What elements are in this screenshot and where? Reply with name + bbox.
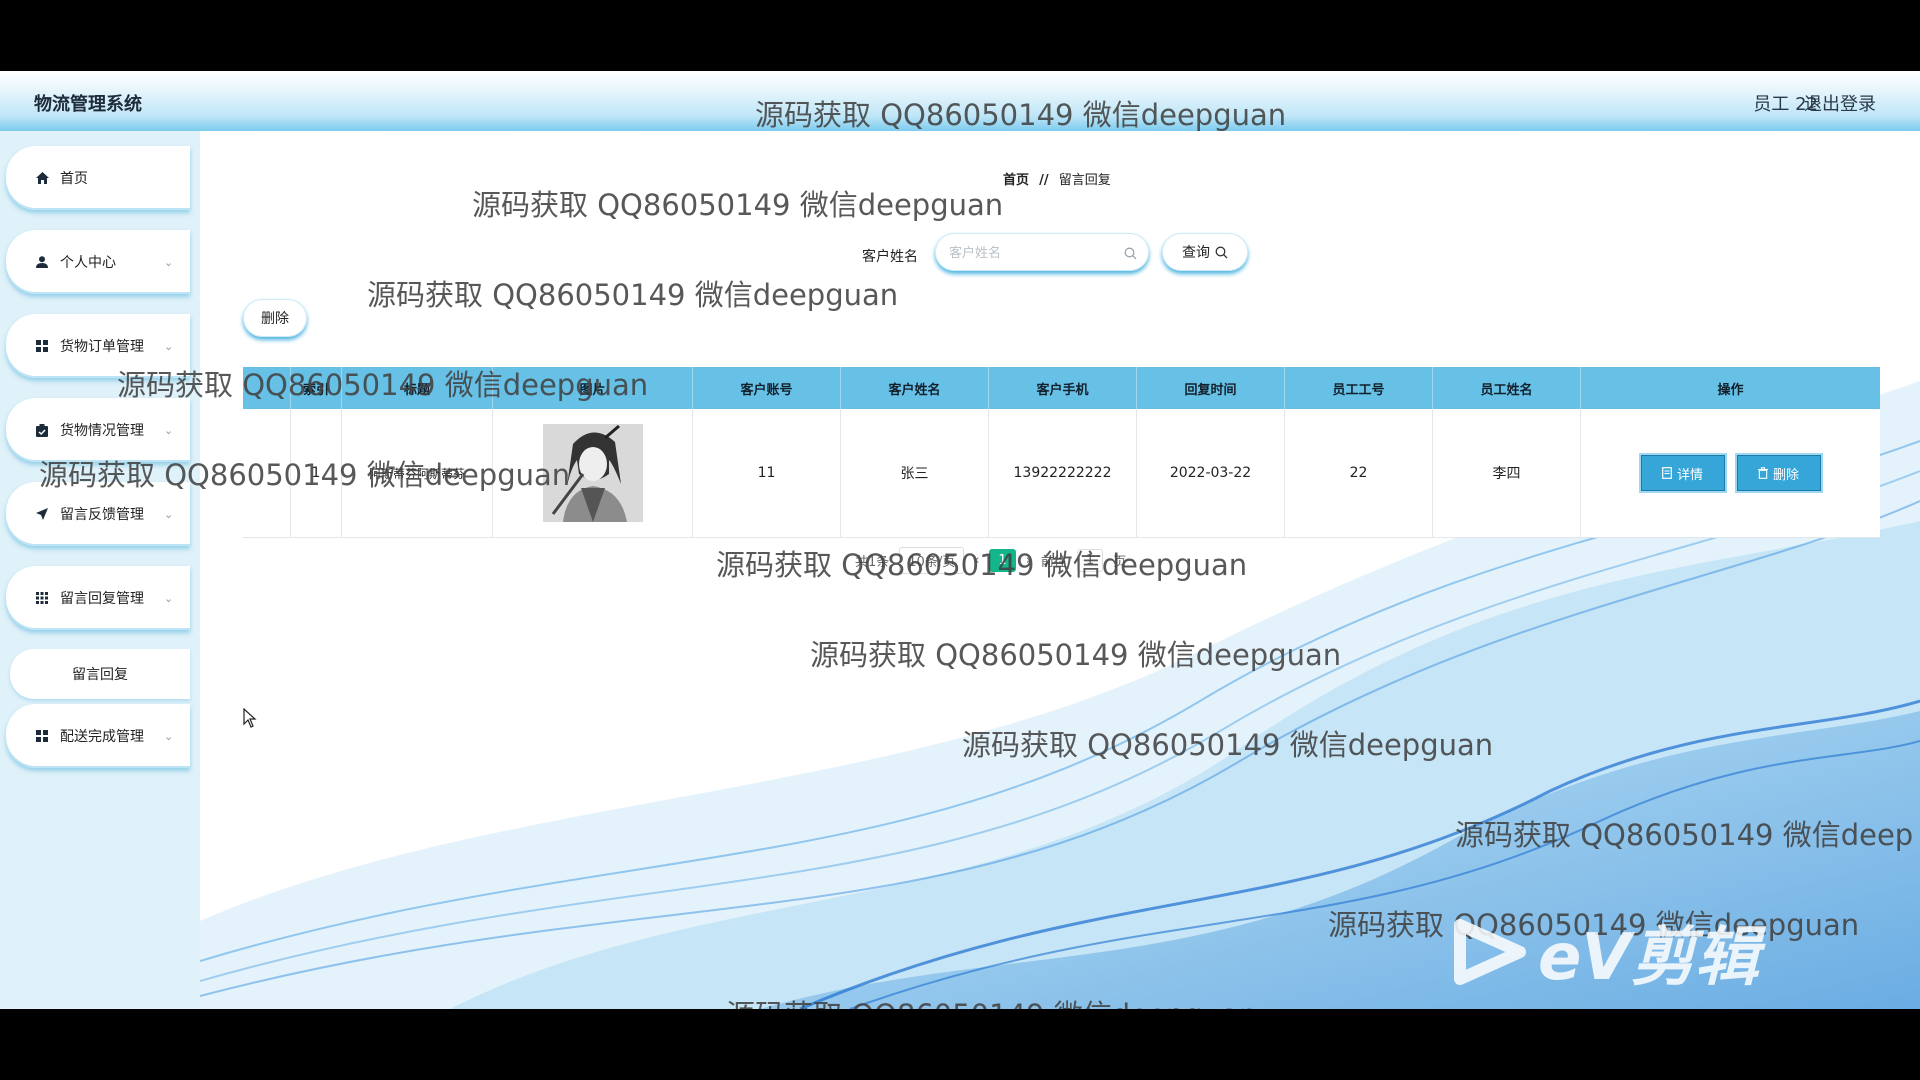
column-header: 客户账号 bbox=[693, 367, 841, 409]
column-header: 员工姓名 bbox=[1433, 367, 1581, 409]
chevron-down-icon: ⌄ bbox=[164, 507, 174, 521]
cell-employee-no: 22 bbox=[1285, 409, 1433, 537]
search-icon bbox=[1124, 245, 1137, 264]
breadcrumb-home[interactable]: 首页 bbox=[1003, 173, 1029, 188]
cell-account: 11 bbox=[693, 409, 841, 537]
sidebar-item-reply-management[interactable]: 留言回复管理 ⌄ bbox=[6, 566, 190, 630]
row-delete-button[interactable]: 删除 bbox=[1736, 455, 1821, 491]
column-header: 操作 bbox=[1717, 382, 1744, 398]
logout-link[interactable]: 退出登录 bbox=[1804, 90, 1876, 116]
search-button-label: 查询 bbox=[1182, 245, 1210, 261]
detail-button[interactable]: 详情 bbox=[1640, 455, 1725, 491]
chevron-down-icon: ⌄ bbox=[164, 255, 174, 269]
sidebar: 首页 个人中心 ⌄ 货物订单管理 ⌄ 货物情况管理 ⌄ 留言反馈管理 ⌄ 留言回… bbox=[0, 131, 200, 1009]
sidebar-item-home[interactable]: 首页 bbox=[6, 146, 190, 210]
cell-phone: 13922222222 bbox=[989, 409, 1137, 537]
ev-logo-text: eV剪辑 bbox=[1538, 921, 1759, 995]
breadcrumb-separator: // bbox=[1039, 173, 1049, 188]
home-icon bbox=[34, 172, 50, 184]
app-window: 物流管理系统 员工 22 退出登录 首页 个人中心 ⌄ 货物订单管理 ⌄ 货物情… bbox=[0, 71, 1920, 1009]
grid-icon bbox=[34, 730, 50, 742]
chevron-down-icon: ⌄ bbox=[164, 591, 174, 605]
search-icon bbox=[1215, 246, 1228, 259]
watermark-text: 源码获取 QQ86050149 微信deepguan bbox=[810, 638, 1342, 672]
watermark-text: 源码获取 QQ86050149 微信deepguan bbox=[117, 368, 649, 402]
detail-button-label: 详情 bbox=[1676, 467, 1703, 483]
watermark-text: 源码获取 QQ86050149 微信deep bbox=[1455, 818, 1914, 852]
mouse-cursor-icon bbox=[243, 708, 257, 728]
watermark-text: 源码获取 QQ86050149 微信deepguan bbox=[367, 278, 899, 312]
watermark-text: 源码获取 QQ86050149 微信deepguan bbox=[472, 188, 1004, 222]
watermark-text: 源码获取 QQ86050149 微信deepguan bbox=[962, 728, 1494, 762]
app-title: 物流管理系统 bbox=[34, 94, 142, 115]
column-header: 回复时间 bbox=[1137, 367, 1285, 409]
sidebar-subitem-reply[interactable]: 留言回复 bbox=[10, 649, 190, 699]
sidebar-item-label: 留言反馈管理 bbox=[60, 507, 144, 523]
watermark-text: 源码获取 QQ86050149 微信deepguan bbox=[716, 548, 1248, 582]
sidebar-item-label: 货物订单管理 bbox=[60, 339, 144, 355]
cell-actions: 详情 删除 bbox=[1581, 409, 1880, 537]
search-button[interactable]: 查询 bbox=[1162, 233, 1248, 271]
chevron-down-icon: ⌄ bbox=[164, 423, 174, 437]
document-icon bbox=[1662, 467, 1672, 479]
watermark-text: 源码获取 QQ86050149 微信deepguan bbox=[726, 992, 1257, 1009]
search-input[interactable] bbox=[947, 241, 1121, 265]
cell-employee-name: 李四 bbox=[1433, 409, 1581, 537]
user-icon bbox=[34, 256, 50, 268]
breadcrumb-current: 留言回复 bbox=[1058, 173, 1111, 188]
send-icon bbox=[34, 508, 50, 520]
sidebar-item-label: 首页 bbox=[60, 171, 88, 187]
sidebar-item-label: 个人中心 bbox=[60, 255, 116, 271]
chevron-down-icon: ⌄ bbox=[164, 339, 174, 353]
cell-reply-time: 2022-03-22 bbox=[1137, 409, 1285, 537]
sidebar-item-label: 配送完成管理 bbox=[60, 729, 144, 745]
column-header: 员工工号 bbox=[1285, 367, 1433, 409]
column-header: 客户手机 bbox=[989, 367, 1137, 409]
sidebar-item-delivery-complete[interactable]: 配送完成管理 ⌄ bbox=[6, 704, 190, 768]
watermark-text: 源码获取 QQ86050149 微信deepguan bbox=[39, 458, 571, 492]
ev-editor-logo: eV剪辑 bbox=[1450, 906, 1759, 998]
column-header: 客户姓名 bbox=[841, 367, 989, 409]
clipboard-icon bbox=[34, 423, 50, 437]
row-delete-label: 删除 bbox=[1772, 467, 1799, 483]
sidebar-item-personal-center[interactable]: 个人中心 ⌄ bbox=[6, 230, 190, 294]
sidebar-item-label: 货物情况管理 bbox=[60, 423, 144, 439]
play-logo-icon bbox=[1454, 919, 1526, 985]
grid-icon bbox=[34, 340, 50, 352]
search-field[interactable] bbox=[935, 233, 1149, 271]
watermark-text: 源码获取 QQ86050149 微信deepguan bbox=[755, 98, 1287, 132]
cell-customer-name: 张三 bbox=[841, 409, 989, 537]
grid-icon bbox=[34, 592, 50, 604]
search-label: 客户姓名 bbox=[862, 249, 918, 265]
trash-icon bbox=[1757, 467, 1768, 479]
chevron-down-icon: ⌄ bbox=[164, 729, 174, 743]
batch-delete-button[interactable]: 删除 bbox=[243, 299, 307, 337]
sidebar-item-label: 留言回复管理 bbox=[60, 591, 144, 607]
breadcrumb: 首页 // 留言回复 bbox=[1003, 169, 1111, 188]
